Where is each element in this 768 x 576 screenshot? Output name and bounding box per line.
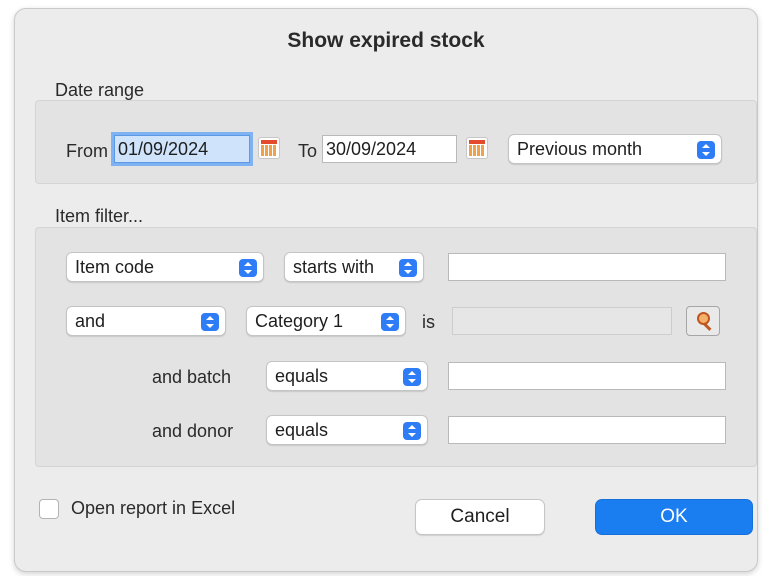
item-field-popup[interactable]: Item code bbox=[66, 252, 264, 282]
ok-button[interactable]: OK bbox=[595, 499, 753, 535]
is-label: is bbox=[422, 312, 435, 332]
date-preset-value: Previous month bbox=[517, 139, 643, 159]
excel-label: Open report in Excel bbox=[71, 498, 236, 518]
date-range-label: Date range bbox=[55, 80, 145, 100]
item-value-field[interactable] bbox=[448, 253, 726, 281]
conjunction-value: and bbox=[75, 311, 106, 331]
dialog-title: Show expired stock bbox=[287, 29, 485, 52]
category-value-field bbox=[452, 307, 672, 335]
cancel-button[interactable]: Cancel bbox=[415, 499, 545, 535]
to-label: To bbox=[298, 141, 318, 161]
donor-operator-value: equals bbox=[275, 420, 329, 440]
dialog-window: Show expired stock Date range From 01/09… bbox=[14, 8, 758, 572]
category-value: Category 1 bbox=[255, 311, 344, 331]
item-filter-label: Item filter... bbox=[55, 206, 144, 226]
excel-checkbox[interactable] bbox=[39, 499, 59, 519]
chevron-updown-icon bbox=[403, 422, 421, 440]
chevron-updown-icon bbox=[697, 141, 715, 159]
chevron-updown-icon bbox=[381, 313, 399, 331]
to-date-field[interactable]: 30/09/2024 bbox=[322, 135, 457, 163]
item-filter-box: Item code starts with and Category 1 is … bbox=[35, 227, 757, 467]
to-calendar-icon[interactable] bbox=[466, 137, 488, 159]
item-operator-value: starts with bbox=[293, 257, 375, 277]
batch-operator-popup[interactable]: equals bbox=[266, 361, 428, 391]
date-preset-popup[interactable]: Previous month bbox=[508, 134, 722, 164]
category-popup[interactable]: Category 1 bbox=[246, 306, 406, 336]
chevron-updown-icon bbox=[239, 259, 257, 277]
item-field-value: Item code bbox=[75, 257, 155, 277]
batch-label: and batch bbox=[152, 367, 232, 387]
category-search-button[interactable] bbox=[686, 306, 720, 336]
batch-operator-value: equals bbox=[275, 366, 329, 386]
batch-value-field[interactable] bbox=[448, 362, 726, 390]
donor-operator-popup[interactable]: equals bbox=[266, 415, 428, 445]
date-range-box: From 01/09/2024 To 30/09/2024 Previous m… bbox=[35, 100, 757, 184]
from-date-field[interactable]: 01/09/2024 bbox=[114, 135, 250, 163]
chevron-updown-icon bbox=[201, 313, 219, 331]
item-operator-popup[interactable]: starts with bbox=[284, 252, 424, 282]
from-label: From bbox=[66, 141, 108, 161]
from-calendar-icon[interactable] bbox=[258, 137, 280, 159]
donor-label: and donor bbox=[152, 421, 234, 441]
donor-value-field[interactable] bbox=[448, 416, 726, 444]
conjunction-popup[interactable]: and bbox=[66, 306, 226, 336]
chevron-updown-icon bbox=[403, 368, 421, 386]
chevron-updown-icon bbox=[399, 259, 417, 277]
